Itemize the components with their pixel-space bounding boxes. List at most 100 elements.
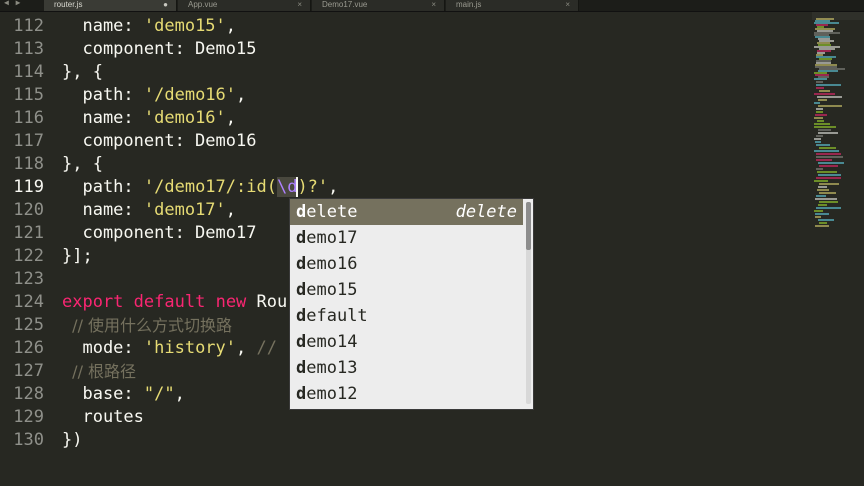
code-line[interactable]: base: "/",	[62, 383, 184, 406]
minimap-line	[816, 87, 824, 89]
tab-label: App.vue	[188, 0, 218, 9]
code-line[interactable]: // 使用什么方式切换路	[62, 314, 232, 338]
minimap-line	[815, 114, 827, 116]
minimap-line	[816, 144, 830, 146]
autocomplete-item-selected[interactable]: delete delete	[290, 199, 523, 225]
line-number: 112	[13, 16, 44, 36]
minimap-line	[817, 96, 842, 98]
code-line[interactable]: }, {	[62, 61, 103, 84]
minimap-line	[818, 162, 844, 164]
autocomplete-item[interactable]: demo13	[290, 355, 523, 381]
code-line[interactable]: routes	[62, 406, 143, 429]
code-line[interactable]: path: '/demo16',	[62, 84, 246, 107]
tab-router-js[interactable]: router.js ●	[44, 0, 177, 11]
line-number: 128	[13, 384, 44, 404]
autocomplete-item[interactable]: demo15	[290, 277, 523, 303]
tab-label: router.js	[54, 0, 83, 9]
line-number: 123	[13, 269, 44, 289]
minimap-line	[815, 216, 821, 218]
minimap-line	[814, 150, 839, 152]
code-line[interactable]: export default new Rou	[62, 291, 287, 314]
autocomplete-item[interactable]: demo16	[290, 251, 523, 277]
minimap-line	[814, 210, 823, 212]
code-line[interactable]: component: Demo15	[62, 38, 256, 61]
minimap-line	[815, 225, 829, 227]
line-number: 113	[13, 39, 44, 59]
code-line[interactable]: name: 'demo15',	[62, 15, 236, 38]
code-line[interactable]: component: Demo17	[62, 222, 256, 245]
code-line[interactable]: component: Demo16	[62, 130, 256, 153]
close-icon[interactable]: ×	[431, 0, 436, 10]
minimap-line	[819, 201, 838, 203]
line-number: 126	[13, 338, 44, 358]
minimap-line	[818, 99, 827, 101]
autocomplete-scrollbar[interactable]	[526, 202, 531, 404]
code-line[interactable]: }, {	[62, 153, 103, 176]
code-line[interactable]: })	[62, 429, 82, 452]
line-number: 125	[13, 315, 44, 335]
code-line[interactable]: }];	[62, 245, 93, 268]
line-number: 127	[13, 361, 44, 381]
autocomplete-scrollbar-thumb[interactable]	[526, 202, 531, 250]
autocomplete-popup[interactable]: delete delete demo17 demo16 demo15 defau…	[289, 198, 534, 410]
tab-demo17-vue[interactable]: Demo17.vue ×	[312, 0, 445, 11]
close-icon[interactable]: ×	[565, 0, 570, 10]
minimap-line	[818, 105, 842, 107]
minimap-line	[814, 93, 835, 95]
minimap-line	[816, 81, 823, 83]
code-line[interactable]: // 根路径	[62, 360, 136, 384]
minimap-line	[814, 138, 821, 140]
code-line[interactable]: mode: 'history', //	[62, 337, 277, 360]
escape-sequence: \d	[276, 177, 298, 197]
minimap-line	[815, 198, 837, 200]
minimap-line	[818, 204, 827, 206]
minimap-line	[819, 165, 838, 167]
minimap-line	[819, 90, 830, 92]
tab-app-vue[interactable]: App.vue ×	[178, 0, 311, 11]
autocomplete-item[interactable]: demo14	[290, 329, 523, 355]
minimap-line	[819, 183, 839, 185]
code-line[interactable]: name: 'demo17',	[62, 199, 236, 222]
unsaved-dot-icon[interactable]: ●	[163, 0, 168, 10]
minimap-line	[816, 177, 841, 179]
minimap-line	[816, 207, 841, 209]
close-icon[interactable]: ×	[297, 0, 302, 10]
minimap-line	[814, 123, 830, 125]
minimap-line	[816, 84, 841, 86]
autocomplete-item[interactable]: demo12	[290, 381, 523, 407]
minimap-line	[814, 117, 823, 119]
minimap-line	[816, 159, 832, 161]
minimap-line	[818, 174, 841, 176]
minimap-line	[817, 189, 829, 191]
autocomplete-item[interactable]: default	[290, 303, 523, 329]
minimap-line	[816, 111, 823, 113]
line-number: 124	[13, 292, 44, 312]
line-number-gutter: 112 113 114 115 116 117 118 119 120 121 …	[0, 12, 50, 486]
minimap-line	[815, 141, 821, 143]
minimap-line	[817, 171, 837, 173]
tab-label: main.js	[456, 0, 482, 9]
line-number: 117	[13, 131, 44, 151]
line-number-current: 119	[13, 177, 44, 197]
tab-nav-arrows-icon[interactable]: ◀ ▶	[4, 0, 21, 7]
code-line-current[interactable]: path: '/demo17/:id(\d)?',	[62, 176, 338, 199]
minimap-line	[814, 78, 827, 80]
tab-bar: ◀ ▶ router.js ● App.vue × Demo17.vue × m…	[0, 0, 864, 12]
minimap-line	[816, 108, 823, 110]
minimap[interactable]	[812, 12, 864, 486]
line-number: 114	[13, 62, 44, 82]
line-number: 116	[13, 108, 44, 128]
autocomplete-hint: delete	[455, 202, 517, 222]
tab-main-js[interactable]: main.js ×	[446, 0, 579, 11]
minimap-line	[816, 156, 843, 158]
minimap-line	[818, 129, 831, 131]
code-line[interactable]: name: 'demo16',	[62, 107, 236, 130]
minimap-line	[819, 222, 827, 224]
minimap-line	[816, 195, 826, 197]
minimap-line	[816, 135, 823, 137]
line-number: 129	[13, 407, 44, 427]
autocomplete-item[interactable]: demo17	[290, 225, 523, 251]
line-number: 130	[13, 430, 44, 450]
minimap-line	[814, 126, 836, 128]
minimap-line	[815, 213, 829, 215]
